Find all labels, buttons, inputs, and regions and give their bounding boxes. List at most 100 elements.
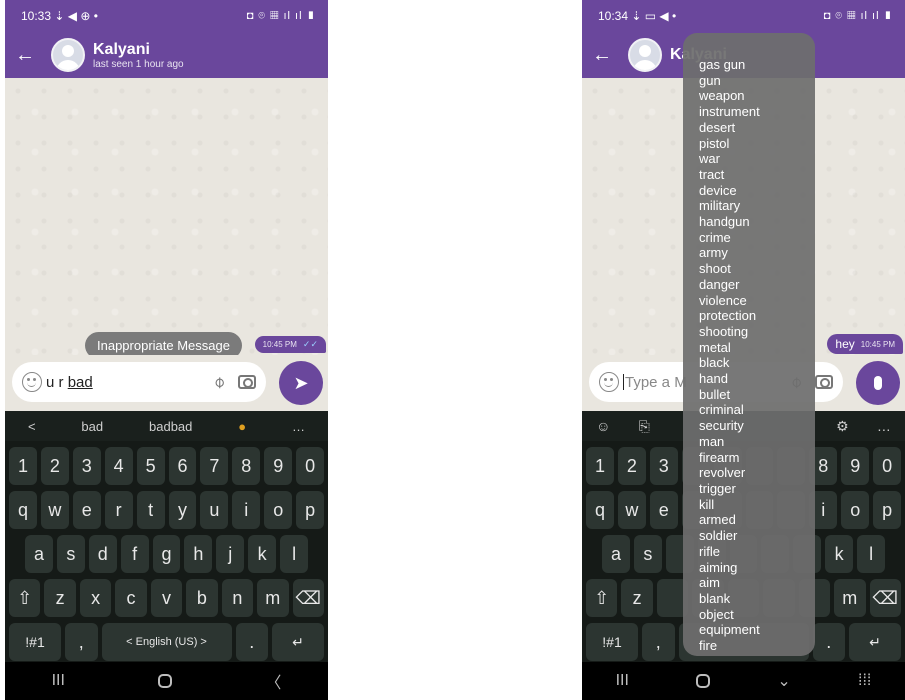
key-v[interactable]: v xyxy=(150,579,183,617)
key-p[interactable]: p xyxy=(873,491,902,529)
key-x[interactable]: x xyxy=(79,579,112,617)
hide-keyboard-icon[interactable]: ⌄ xyxy=(777,671,790,691)
key-3[interactable]: 3 xyxy=(649,447,678,485)
word-item[interactable]: gas gun xyxy=(699,57,815,73)
word-item[interactable]: aim xyxy=(699,575,815,591)
word-item[interactable]: pistol xyxy=(699,136,815,152)
word-item[interactable]: criminal xyxy=(699,402,815,418)
key-z[interactable]: z xyxy=(621,579,653,617)
word-item[interactable]: violence xyxy=(699,293,815,309)
enter-key[interactable]: ↵ xyxy=(849,623,901,661)
send-button[interactable]: ➤ xyxy=(279,361,323,405)
message-input[interactable]: u r bad ⌀ xyxy=(12,362,266,402)
key-2[interactable]: 2 xyxy=(40,447,69,485)
shift-key[interactable]: ⇧ xyxy=(586,579,618,617)
key-l[interactable]: l xyxy=(280,535,309,573)
word-item[interactable]: armed xyxy=(699,512,815,528)
avatar[interactable] xyxy=(628,38,662,72)
key-6[interactable]: 6 xyxy=(168,447,197,485)
enter-key[interactable]: ↵ xyxy=(272,623,324,661)
word-item[interactable]: weapon xyxy=(699,88,815,104)
attach-icon[interactable]: ⌀ xyxy=(204,367,234,397)
period-key[interactable]: . xyxy=(235,623,268,661)
key-e[interactable]: e xyxy=(72,491,101,529)
key-3[interactable]: 3 xyxy=(72,447,101,485)
word-item[interactable]: equipment xyxy=(699,622,815,638)
toolbar-more-icon[interactable]: … xyxy=(877,418,891,434)
key-g[interactable]: g xyxy=(152,535,181,573)
key-t[interactable]: t xyxy=(136,491,165,529)
word-item[interactable]: black xyxy=(699,355,815,371)
key-d[interactable]: d xyxy=(88,535,117,573)
word-item[interactable]: soldier xyxy=(699,528,815,544)
key-w[interactable]: w xyxy=(40,491,69,529)
recents-icon[interactable]: III xyxy=(616,672,629,690)
emoji-icon[interactable] xyxy=(22,372,42,392)
key-o[interactable]: o xyxy=(841,491,870,529)
suggestion-bad[interactable]: bad xyxy=(81,419,103,434)
key-2[interactable]: 2 xyxy=(617,447,646,485)
avatar[interactable] xyxy=(51,38,85,72)
comma-key[interactable]: , xyxy=(642,623,675,661)
key-u[interactable]: u xyxy=(200,491,229,529)
key-o[interactable]: o xyxy=(264,491,293,529)
word-item[interactable]: bullet xyxy=(699,387,815,403)
back-arrow-icon[interactable]: ← xyxy=(5,32,45,78)
suggestion-badbad[interactable]: badbad xyxy=(149,419,192,434)
period-key[interactable]: . xyxy=(812,623,845,661)
word-item[interactable]: gun xyxy=(699,73,815,89)
word-item[interactable]: blank xyxy=(699,591,815,607)
word-item[interactable]: desert xyxy=(699,120,815,136)
recents-icon[interactable]: III xyxy=(52,672,65,690)
key-f[interactable]: f xyxy=(120,535,149,573)
word-item[interactable]: army xyxy=(699,245,815,261)
word-item[interactable]: tract xyxy=(699,167,815,183)
word-item[interactable]: protection xyxy=(699,308,815,324)
bulb-icon[interactable]: ● xyxy=(238,419,246,434)
key-1[interactable]: 1 xyxy=(586,447,614,485)
key-k[interactable]: k xyxy=(825,535,854,573)
word-item[interactable]: device xyxy=(699,183,815,199)
word-item[interactable]: firearm xyxy=(699,450,815,466)
key-1[interactable]: 1 xyxy=(9,447,37,485)
key-s[interactable]: s xyxy=(633,535,662,573)
key-l[interactable]: l xyxy=(857,535,886,573)
camera-icon[interactable] xyxy=(815,375,833,389)
key-b[interactable]: b xyxy=(186,579,218,617)
word-item[interactable]: war xyxy=(699,151,815,167)
sticker-icon[interactable]: ⎘ xyxy=(639,418,650,435)
key-c[interactable]: c xyxy=(115,579,147,617)
key-8[interactable]: 8 xyxy=(232,447,261,485)
camera-icon[interactable] xyxy=(238,375,256,389)
word-item[interactable]: security xyxy=(699,418,815,434)
word-item[interactable]: handgun xyxy=(699,214,815,230)
word-item[interactable]: danger xyxy=(699,277,815,293)
word-item[interactable]: military xyxy=(699,198,815,214)
key-n[interactable]: n xyxy=(221,579,254,617)
keyboard-switch-icon[interactable]: ⁞⁞⁞ xyxy=(858,672,871,690)
back-nav-icon[interactable]: 〈 xyxy=(265,669,281,693)
word-item[interactable]: fire xyxy=(699,638,815,654)
word-item[interactable]: crime xyxy=(699,230,815,246)
word-item[interactable]: metal xyxy=(699,340,815,356)
comma-key[interactable]: , xyxy=(65,623,98,661)
key-z[interactable]: z xyxy=(44,579,76,617)
contact-info[interactable]: Kalyani last seen 1 hour ago xyxy=(93,41,184,70)
key-4[interactable]: 4 xyxy=(104,447,133,485)
symbols-key[interactable]: !#1 xyxy=(586,623,638,661)
symbols-key[interactable]: !#1 xyxy=(9,623,61,661)
key-0[interactable]: 0 xyxy=(873,447,902,485)
settings-icon[interactable]: ⚙ xyxy=(836,418,849,435)
sent-message-bubble[interactable]: 10:45 PM ✓✓ xyxy=(254,336,326,353)
backspace-key[interactable]: ⌫ xyxy=(869,579,901,617)
key-m[interactable]: m xyxy=(257,579,289,617)
emoji-panel-icon[interactable]: ☺ xyxy=(596,418,610,434)
key-p[interactable]: p xyxy=(296,491,325,529)
key-w[interactable]: w xyxy=(617,491,646,529)
key-j[interactable]: j xyxy=(216,535,245,573)
key-q[interactable]: q xyxy=(9,491,37,529)
mic-button[interactable] xyxy=(856,361,900,405)
space-key[interactable]: < English (US) > xyxy=(101,623,232,661)
shift-key[interactable]: ⇧ xyxy=(9,579,41,617)
word-item[interactable]: instrument xyxy=(699,104,815,120)
